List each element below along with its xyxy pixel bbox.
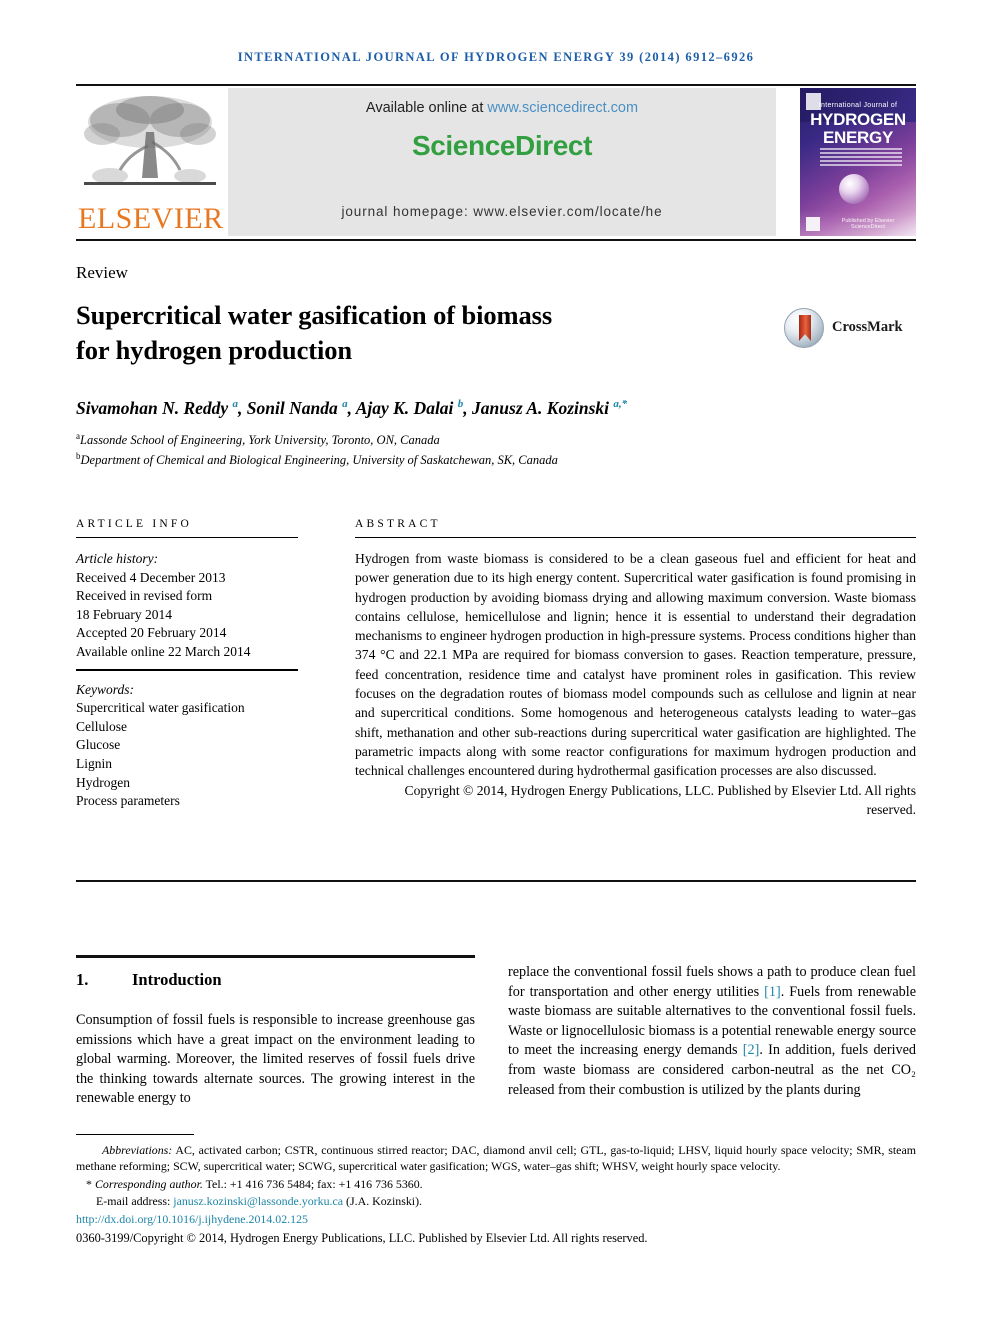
article-info-column: Article info Article history: Received 4…: [76, 518, 298, 811]
article-history-label: Article history:: [76, 551, 159, 566]
keyword-item: Process parameters: [76, 793, 180, 809]
crossmark-ribbon-icon: [799, 315, 811, 341]
running-head: International Journal of Hydrogen Energy…: [237, 50, 755, 64]
keywords-block: Keywords: Supercritical water gasificati…: [76, 681, 298, 811]
cover-orb-graphic: [839, 174, 869, 204]
crossmark-label: CrossMark: [832, 319, 903, 335]
journal-cover-thumbnail: International Journal of HYDROGEN ENERGY…: [800, 88, 916, 236]
corresponding-author-contact: Tel.: +1 416 736 5484; fax: +1 416 736 5…: [202, 1176, 423, 1191]
sciencedirect-wordmark[interactable]: ScienceDirect: [228, 130, 776, 162]
abstract-bottom-rule: [76, 880, 916, 882]
introduction-top-rule: [76, 955, 475, 958]
abstract-body: Hydrogen from waste biomass is considere…: [355, 551, 916, 779]
corresponding-author-label: Corresponding author.: [94, 1176, 203, 1191]
doi-link[interactable]: http://dx.doi.org/10.1016/j.ijhydene.201…: [76, 1212, 308, 1226]
section-title: Introduction: [132, 970, 222, 989]
body-left-column: 1. Introduction Consumption of fossil fue…: [76, 963, 475, 1109]
abstract-column: Abstract Hydrogen from waste biomass is …: [355, 518, 916, 819]
email-link[interactable]: janusz.kozinski@lassonde.yorku.ca: [173, 1194, 343, 1208]
cover-title-line2: ENERGY: [823, 128, 893, 147]
title-line-2: for hydrogen production: [76, 335, 353, 365]
available-online-line: Available online at www.sciencedirect.co…: [228, 100, 776, 116]
article-info-rule: [76, 537, 298, 538]
corresponding-author-note: * Corresponding author. Tel.: +1 416 736…: [76, 1176, 916, 1192]
masthead-top-rule: [76, 84, 916, 86]
elsevier-wordmark: ELSEVIER: [78, 202, 224, 235]
keyword-item: Cellulose: [76, 718, 127, 734]
keywords-rule: [76, 668, 298, 671]
abstract-heading: Abstract: [355, 518, 441, 530]
body-paragraph: replace the conventional fossil fuels sh…: [508, 963, 916, 1100]
article-history-item: 18 February 2014: [76, 606, 172, 622]
cover-sciencedirect-credit: Published by Elsevier ScienceDirect: [841, 218, 895, 230]
body-right-column: replace the conventional fossil fuels sh…: [508, 963, 916, 1100]
paper-page: International Journal of Hydrogen Energy…: [0, 0, 992, 1323]
journal-masthead: ELSEVIER Available online at www.science…: [76, 88, 916, 236]
title-line-1: Supercritical water gasification of biom…: [76, 300, 553, 330]
elsevier-tree-icon: [84, 96, 216, 185]
article-history-item: Received 4 December 2013: [76, 569, 226, 585]
article-type: Review: [76, 263, 128, 282]
elsevier-logo: ELSEVIER: [76, 88, 224, 236]
cover-title-line1: HYDROGEN: [810, 110, 906, 129]
available-online-prefix: Available online at: [365, 100, 488, 116]
abstract-rule: [355, 537, 916, 538]
journal-homepage-line[interactable]: journal homepage: www.elsevier.com/locat…: [228, 204, 776, 219]
abstract-copyright: Copyright © 2014, Hydrogen Energy Public…: [404, 782, 917, 817]
cover-editor-lines: [820, 148, 902, 168]
masthead-bottom-rule: [76, 239, 916, 241]
keyword-item: Lignin: [76, 755, 112, 771]
keyword-item: Hydrogen: [76, 774, 130, 790]
reference-link-1[interactable]: [1]: [764, 984, 781, 1000]
abbreviations-text: AC, activated carbon; CSTR, continuous s…: [76, 1143, 916, 1174]
keyword-item: Glucose: [76, 737, 121, 753]
article-info-heading: Article info: [76, 518, 192, 530]
affiliation-a: aLassonde School of Engineering, York Un…: [76, 428, 916, 448]
body-paragraph: Consumption of fossil fuels is responsib…: [76, 1012, 475, 1107]
crossmark-badge[interactable]: CrossMark: [784, 308, 914, 348]
cover-ihea-mark-icon: [806, 217, 820, 231]
article-history-block: Article history: Received 4 December 201…: [76, 550, 298, 662]
abbreviations-note: Abbreviations: AC, activated carbon; CST…: [76, 1142, 916, 1175]
sciencedirect-url-link[interactable]: www.sciencedirect.com: [487, 100, 638, 116]
affiliation-b: bDepartment of Chemical and Biological E…: [76, 448, 916, 468]
footnote-rule: [76, 1134, 194, 1135]
cover-journal-prefix: International Journal of: [818, 102, 898, 109]
footnote-block: Abbreviations: AC, activated carbon; CST…: [76, 1142, 916, 1246]
section-heading-introduction: 1. Introduction: [76, 970, 475, 990]
article-history-item: Received in revised form: [76, 588, 213, 604]
affiliation-text-a: Lassonde School of Engineering, York Uni…: [80, 433, 440, 448]
doi-note: http://dx.doi.org/10.1016/j.ijhydene.201…: [76, 1211, 916, 1227]
keywords-label: Keywords:: [76, 681, 134, 697]
keyword-item: Supercritical water gasification: [76, 700, 245, 716]
article-history-item: Available online 22 March 2014: [76, 643, 251, 659]
sciencedirect-panel: Available online at www.sciencedirect.co…: [228, 88, 776, 236]
reference-link-2[interactable]: [2]: [743, 1042, 760, 1058]
email-suffix: (J.A. Kozinski).: [343, 1194, 423, 1209]
email-label: E-mail address:: [96, 1194, 174, 1209]
affiliation-list: aLassonde School of Engineering, York Un…: [76, 428, 916, 468]
article-history-item: Accepted 20 February 2014: [76, 625, 227, 641]
issn-copyright-note: 0360-3199/Copyright © 2014, Hydrogen Ene…: [76, 1231, 648, 1246]
abbreviations-label: Abbreviations:: [102, 1143, 173, 1157]
page-title: Supercritical water gasification of biom…: [76, 298, 716, 368]
corresponding-author-marker: *: [86, 1176, 92, 1191]
email-note: E-mail address: janusz.kozinski@lassonde…: [76, 1193, 916, 1209]
crossmark-icon: [784, 308, 824, 348]
affiliation-text-b: Department of Chemical and Biological En…: [80, 453, 558, 468]
section-number: 1.: [76, 970, 89, 989]
author-list: Sivamohan N. Reddy a, Sonil Nanda a, Aja…: [76, 398, 628, 418]
